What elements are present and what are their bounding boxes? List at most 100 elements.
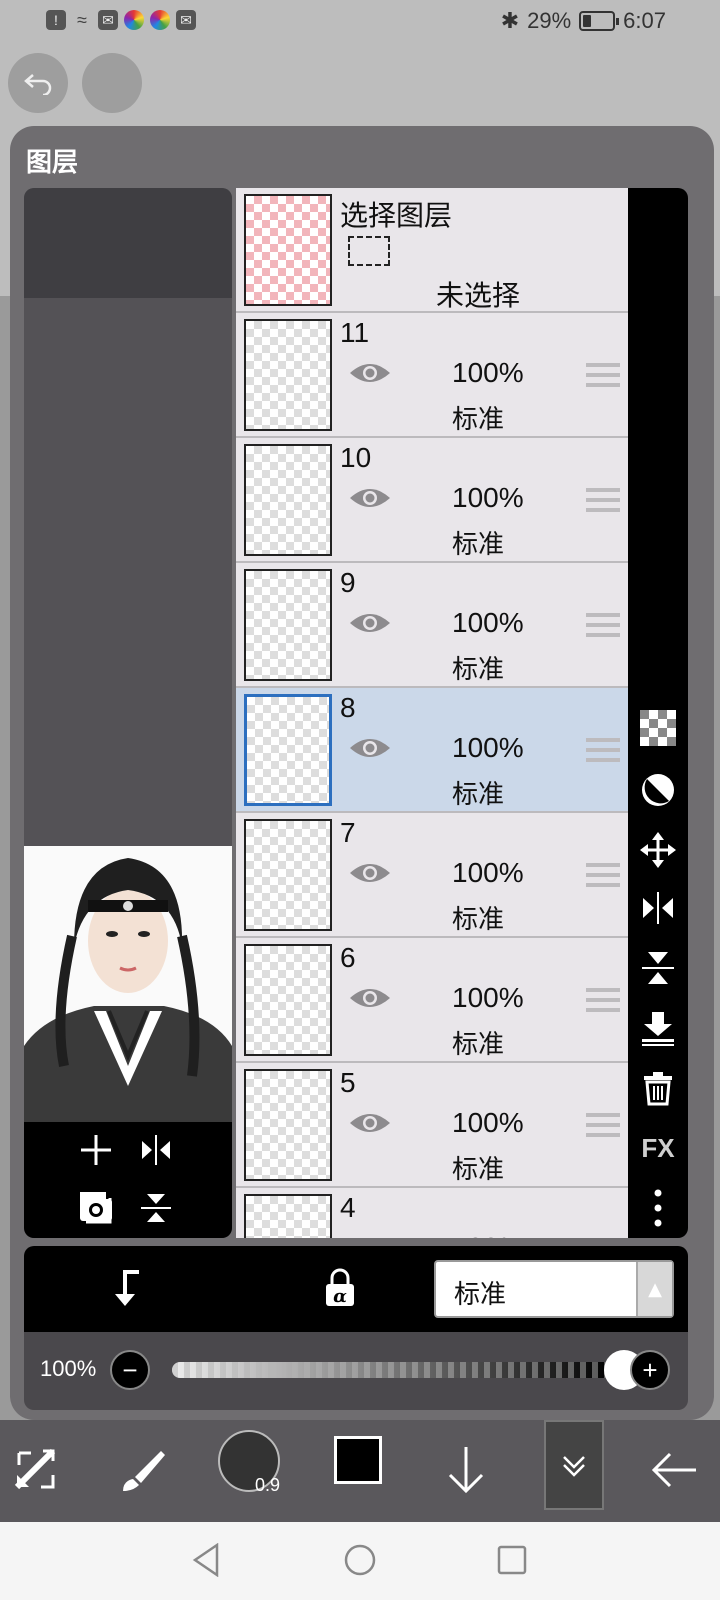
clipping-button[interactable] [106,1266,150,1310]
layers-toggle-button[interactable] [544,1420,604,1510]
alpha-lock-button[interactable]: α [318,1266,362,1310]
eye-icon[interactable] [348,359,392,387]
more-options-button[interactable] [638,1188,678,1228]
undo-button[interactable] [8,53,68,113]
eye-icon[interactable] [348,859,392,887]
layer-row[interactable]: 7 100% 标准 [236,813,628,938]
flip-horizontal-button[interactable] [136,1130,176,1170]
layer-name: 6 [340,942,356,973]
layer-opacity: 100% [452,482,524,513]
layer-name: 7 [340,817,356,848]
color-picker-button[interactable] [334,1436,382,1484]
opacity-increase-button[interactable]: + [630,1350,670,1390]
brush-tool-button[interactable] [112,1438,172,1502]
lock-alpha-icon: α [326,1268,354,1307]
selection-layer-title: 选择图层 [340,199,453,232]
layer-thumbnail [244,319,332,431]
flip-horizontal-layer-button[interactable] [638,888,678,928]
drag-handle-icon[interactable] [586,363,620,391]
nav-home-button[interactable] [342,1542,378,1578]
blend-mode-value: 标准 [454,1280,507,1310]
flip-vertical-button[interactable] [136,1188,176,1228]
transform-tool-button[interactable] [6,1438,66,1502]
layer-name: 4 [340,1192,356,1223]
undo-icon [24,74,52,95]
drag-handle-icon[interactable] [586,863,620,891]
drag-handle-icon[interactable] [586,1113,620,1141]
message-icon: ✉ [176,10,196,30]
preview-pane [24,188,232,1238]
camera-button[interactable] [76,1188,116,1228]
flip-vertical-layer-button[interactable] [638,948,678,988]
move-button[interactable] [638,830,678,870]
delete-layer-button[interactable] [638,1068,678,1108]
flip-vertical-icon [141,1194,171,1222]
preview-artwork [24,846,232,1122]
opacity-slider[interactable] [172,1362,612,1378]
layer-row[interactable]: 11 100% 标准 [236,313,628,438]
nav-recents-button[interactable] [494,1542,530,1578]
wifi-icon: ≈ [77,9,87,30]
layer-opacity: 100% [452,982,524,1013]
eye-icon[interactable] [348,734,392,762]
clip-circle-icon [642,774,674,806]
layer-blend-mode: 标准 [452,905,505,935]
layer-options-bar: α 标准 ▲ [24,1246,688,1332]
clip-button[interactable] [638,770,678,810]
brush-icon [123,1451,165,1491]
drag-handle-icon[interactable] [586,738,620,766]
layer-thumbnail [244,819,332,931]
layer-row[interactable]: 9 100% 标准 [236,563,628,688]
layer-row[interactable]: 5 100% 标准 [236,1063,628,1188]
layer-list[interactable]: 选择图层 未选择 11 100% 标准 10 100% 标准 9 100% 标准 8 100% 标准 7… [236,188,628,1238]
arrow-down-icon [448,1447,484,1494]
preview-tools [24,1122,232,1238]
layer-name: 10 [340,442,372,473]
layer-thumbnail [244,1069,332,1181]
message-icon: ✉ [98,10,118,30]
bluetooth-icon: ✱ [500,8,520,33]
add-layer-button[interactable] [76,1130,116,1170]
drag-handle-icon[interactable] [586,488,620,516]
selection-marquee-icon [348,236,390,266]
app-icon [124,10,144,30]
redo-button[interactable] [82,53,142,113]
layer-opacity: 100% [452,357,524,388]
eye-icon[interactable] [348,609,392,637]
layer-blend-mode: 标准 [452,780,505,810]
camera-icon [80,1195,112,1221]
eye-icon[interactable] [348,984,392,1012]
drag-handle-icon[interactable] [586,988,620,1016]
triangle-up-icon: ▲ [636,1262,672,1316]
fx-button[interactable]: FX [638,1128,678,1168]
layer-thumbnail [244,694,332,806]
transparency-button[interactable] [638,708,678,748]
selection-status: 未选择 [436,279,521,312]
clip-arrow-icon [115,1270,139,1306]
blend-mode-select[interactable]: 标准 ▲ [434,1260,674,1318]
flip-vertical-icon [642,952,674,984]
selection-layer-row[interactable]: 选择图层 未选择 [236,188,628,313]
layer-row[interactable]: 10 100% 标准 [236,438,628,563]
nav-back-button[interactable] [188,1542,224,1578]
layer-row[interactable]: 8 100% 标准 [236,688,628,813]
scroll-down-button[interactable] [436,1438,496,1502]
opacity-decrease-button[interactable]: − [110,1350,150,1390]
merge-down-button[interactable] [638,1008,678,1048]
layer-row[interactable]: 4100%标准 [236,1188,628,1238]
eye-icon[interactable] [348,1234,392,1238]
back-button[interactable] [644,1438,704,1502]
alert-icon: ! [46,10,66,30]
canvas-preview[interactable] [24,846,232,1122]
layer-row[interactable]: 6 100% 标准 [236,938,628,1063]
brush-size-button[interactable]: 0.9 [218,1430,280,1495]
merge-down-icon [642,1012,674,1046]
drag-handle-icon[interactable] [586,613,620,641]
eye-icon[interactable] [348,484,392,512]
status-bar: ! ≈ ✉ ✉ ✱ 29% 6:07 [0,0,720,46]
eye-icon[interactable] [348,1109,392,1137]
system-nav-bar [0,1522,720,1600]
layer-blend-mode: 标准 [452,655,505,685]
layer-name: 5 [340,1067,356,1098]
layer-opacity: 100% [452,732,524,763]
